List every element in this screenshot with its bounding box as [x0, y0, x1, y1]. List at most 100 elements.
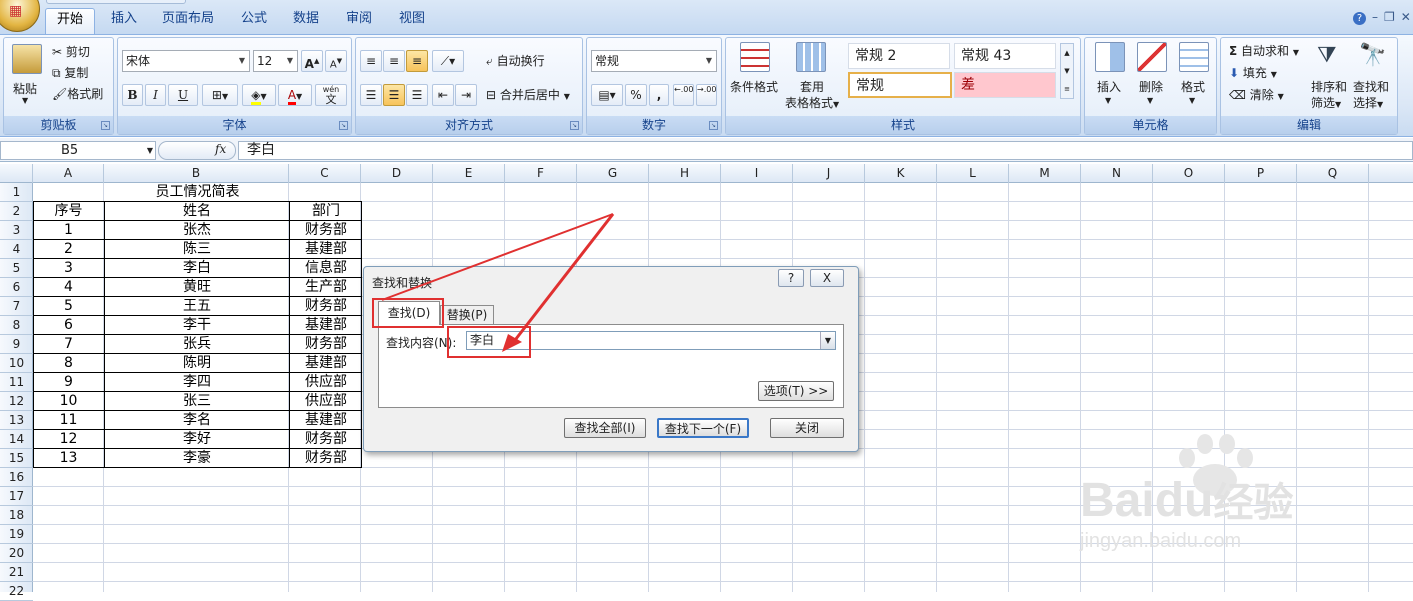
table-cell[interactable]: 黄旺: [105, 278, 289, 297]
fill-color-button[interactable]: ◈▼: [242, 84, 276, 106]
cut-button[interactable]: ✂ 剪切: [52, 43, 90, 60]
delete-cells-button[interactable]: 删除: [1139, 78, 1163, 95]
align-center-icon[interactable]: ☰: [383, 84, 405, 106]
fill-button[interactable]: ⬇ 填充 ▼: [1229, 64, 1277, 81]
align-bottom-icon[interactable]: ≡: [406, 50, 428, 72]
row-header-21[interactable]: 21: [0, 563, 33, 582]
insert-function-button[interactable]: fx: [215, 142, 226, 156]
column-header-c[interactable]: C: [289, 164, 361, 183]
row-header-15[interactable]: 15: [0, 449, 33, 468]
row-header-12[interactable]: 12: [0, 392, 33, 411]
find-all-button[interactable]: 查找全部(I): [564, 418, 646, 438]
minimize-icon[interactable]: –: [1372, 10, 1378, 24]
font-size-select[interactable]: 12 ▼: [253, 50, 298, 72]
header-cell[interactable]: 序号: [33, 202, 104, 221]
align-right-icon[interactable]: ☰: [406, 84, 428, 106]
number-format-select[interactable]: 常规 ▼: [591, 50, 717, 72]
column-header-m[interactable]: M: [1009, 164, 1081, 183]
table-cell[interactable]: 供应部: [290, 373, 362, 392]
conditional-format-icon[interactable]: [740, 42, 770, 72]
chevron-down-icon[interactable]: ▼: [144, 141, 156, 160]
table-cell[interactable]: 财务部: [290, 297, 362, 316]
column-header-j[interactable]: J: [793, 164, 865, 183]
row-header-19[interactable]: 19: [0, 525, 33, 544]
italic-button[interactable]: I: [145, 84, 166, 106]
row-header-20[interactable]: 20: [0, 544, 33, 563]
dialog-close-button[interactable]: 关闭: [770, 418, 844, 438]
insert-cells-button[interactable]: 插入: [1097, 78, 1121, 95]
cell-style-bad[interactable]: 差: [954, 72, 1056, 98]
column-header-l[interactable]: L: [937, 164, 1009, 183]
row-header-13[interactable]: 13: [0, 411, 33, 430]
table-cell[interactable]: 7: [33, 335, 104, 354]
table-cell[interactable]: 3: [33, 259, 104, 278]
align-top-icon[interactable]: ≡: [360, 50, 382, 72]
dialog-launcher-icon[interactable]: ↘: [101, 121, 110, 130]
format-cells-icon[interactable]: [1179, 42, 1209, 72]
column-header-e[interactable]: E: [433, 164, 505, 183]
column-header-p[interactable]: P: [1225, 164, 1297, 183]
table-cell[interactable]: 12: [33, 430, 104, 449]
paste-icon[interactable]: [12, 44, 42, 74]
align-left-icon[interactable]: ☰: [360, 84, 382, 106]
find-select-button-1[interactable]: 查找和: [1353, 78, 1389, 95]
decrease-indent-icon[interactable]: ⇤: [432, 84, 454, 106]
column-header-k[interactable]: K: [865, 164, 937, 183]
chevron-down-icon[interactable]: ▼: [1105, 96, 1111, 105]
column-header-o[interactable]: O: [1153, 164, 1225, 183]
tab-insert[interactable]: 插入: [100, 8, 148, 34]
table-cell[interactable]: 4: [33, 278, 104, 297]
column-header-d[interactable]: D: [361, 164, 433, 183]
close-button[interactable]: X: [810, 269, 844, 287]
delete-cells-icon[interactable]: [1137, 42, 1167, 72]
help-button[interactable]: ?: [778, 269, 804, 287]
table-cell[interactable]: 李好: [105, 430, 289, 449]
column-header-h[interactable]: H: [649, 164, 721, 183]
select-all-corner[interactable]: [0, 164, 33, 183]
row-header-4[interactable]: 4: [0, 240, 33, 259]
increase-decimal-button[interactable]: ←.00: [673, 84, 694, 106]
sort-filter-button-1[interactable]: 排序和: [1311, 78, 1347, 95]
dialog-launcher-icon[interactable]: ↘: [709, 121, 718, 130]
table-cell[interactable]: 生产部: [290, 278, 362, 297]
table-cell[interactable]: 财务部: [290, 221, 362, 240]
row-header-18[interactable]: 18: [0, 506, 33, 525]
tab-view[interactable]: 视图: [388, 8, 436, 34]
table-cell[interactable]: 王五: [105, 297, 289, 316]
table-cell[interactable]: 陈明: [105, 354, 289, 373]
column-header-i[interactable]: I: [721, 164, 793, 183]
percent-button[interactable]: %: [625, 84, 647, 106]
help-icon[interactable]: ?: [1353, 12, 1366, 25]
table-cell[interactable]: 基建部: [290, 240, 362, 259]
cell-style-normal43[interactable]: 常规 43: [954, 43, 1056, 69]
underline-button[interactable]: U: [168, 84, 198, 106]
table-cell[interactable]: 李白: [105, 259, 289, 278]
row-header-3[interactable]: 3: [0, 221, 33, 240]
paste-dropdown-icon[interactable]: ▼: [22, 96, 28, 105]
chevron-down-icon[interactable]: ▼: [820, 332, 835, 349]
table-cell[interactable]: 基建部: [290, 411, 362, 430]
table-cell[interactable]: 6: [33, 316, 104, 335]
table-cell[interactable]: 李干: [105, 316, 289, 335]
header-cell[interactable]: 姓名: [105, 202, 289, 221]
table-cell[interactable]: 信息部: [290, 259, 362, 278]
orientation-icon[interactable]: ⟋▾: [432, 50, 464, 72]
sort-filter-icon[interactable]: ⧩: [1317, 42, 1347, 72]
table-cell[interactable]: 基建部: [290, 316, 362, 335]
name-box[interactable]: B5: [0, 141, 156, 160]
window-controls[interactable]: ? – ❐ ✕: [1353, 10, 1413, 26]
grow-font-button[interactable]: A▲: [301, 50, 323, 72]
tab-data[interactable]: 数据: [282, 8, 330, 34]
paste-button[interactable]: 粘贴: [13, 80, 37, 97]
autosum-button[interactable]: Σ 自动求和 ▼: [1229, 42, 1299, 59]
row-header-6[interactable]: 6: [0, 278, 33, 297]
table-cell[interactable]: 张三: [105, 392, 289, 411]
phonetic-button[interactable]: wén 文: [315, 84, 347, 106]
table-title[interactable]: 员工情况简表: [33, 183, 362, 202]
column-header-n[interactable]: N: [1081, 164, 1153, 183]
table-cell[interactable]: 李四: [105, 373, 289, 392]
binoculars-icon[interactable]: 🔭: [1359, 42, 1389, 72]
row-header-14[interactable]: 14: [0, 430, 33, 449]
increase-indent-icon[interactable]: ⇥: [455, 84, 477, 106]
row-header-8[interactable]: 8: [0, 316, 33, 335]
